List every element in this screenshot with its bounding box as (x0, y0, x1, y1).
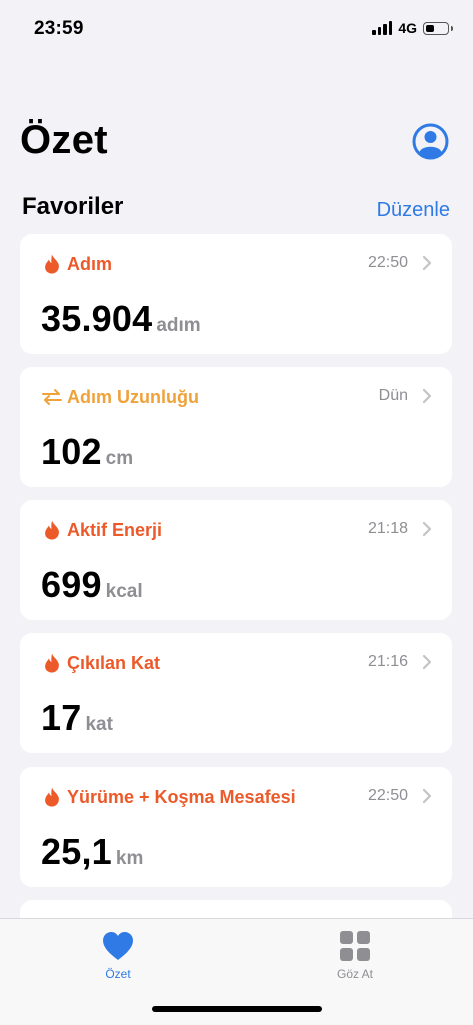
metric-value-line: 17 kat (41, 697, 113, 739)
tab-summary[interactable]: Özet (58, 929, 178, 981)
metric-unit: kcal (105, 581, 143, 602)
metric-label: Çıkılan Kat (67, 652, 161, 673)
battery-level (426, 24, 434, 32)
tab-label: Göz At (336, 967, 374, 981)
network-type: 4G (398, 20, 417, 36)
metric-value-line: 35.904 adım (41, 298, 201, 340)
grid-icon (340, 931, 370, 961)
metric-value: 699 (41, 564, 102, 605)
tab-label: Özet (105, 967, 131, 981)
card-time: 21:18 (367, 520, 408, 537)
home-indicator[interactable] (152, 1006, 322, 1012)
card-time: Dün (378, 387, 408, 404)
metric-unit: cm (105, 448, 134, 469)
status-bar: 23:59 4G (0, 0, 473, 56)
favorite-card-active-energy[interactable]: Aktif Enerji 21:18 699 kcal (20, 500, 452, 620)
metric-value: 25,1 (41, 831, 112, 872)
chevron-right-icon (422, 654, 432, 670)
chevron-right-icon (422, 521, 432, 537)
chevron-right-icon (422, 788, 432, 804)
metric-label: Adım Uzunluğu (67, 386, 199, 407)
metric-label: Aktif Enerji (67, 519, 163, 540)
card-time: 22:50 (367, 787, 408, 804)
metric-value: 102 (41, 431, 102, 472)
profile-icon[interactable] (412, 123, 449, 160)
metric-value: 35.904 (41, 298, 153, 339)
metric-label: Yürüme + Koşma Mesafesi (67, 786, 296, 807)
edit-button[interactable]: Düzenle (377, 199, 450, 222)
flame-icon (42, 254, 62, 274)
card-time: 22:50 (367, 254, 408, 271)
metric-unit: kat (85, 714, 113, 735)
flame-icon (42, 787, 62, 807)
metric-value-line: 25,1 km (41, 831, 143, 873)
metric-label: Adım (67, 253, 112, 274)
signal-icon (372, 21, 393, 35)
flame-icon (42, 520, 62, 540)
status-indicators: 4G (372, 20, 453, 36)
metric-value-line: 102 cm (41, 431, 133, 473)
tab-browse[interactable]: Göz At (295, 929, 415, 981)
favorite-card-flights-climbed[interactable]: Çıkılan Kat 21:16 17 kat (20, 633, 452, 753)
flame-icon (42, 653, 62, 673)
metric-value-line: 699 kcal (41, 564, 143, 606)
chevron-right-icon (422, 255, 432, 271)
card-header: Adım Uzunluğu (42, 385, 434, 409)
chevron-right-icon (422, 388, 432, 404)
favorite-card-steps[interactable]: Adım 22:50 35.904 adım (20, 234, 452, 354)
metric-value: 17 (41, 697, 82, 738)
favorites-title: Favoriler (22, 193, 124, 220)
favorite-card-step-length[interactable]: Adım Uzunluğu Dün 102 cm (20, 367, 452, 487)
metric-unit: km (115, 848, 144, 869)
metric-unit: adım (156, 315, 201, 336)
heart-icon (103, 932, 133, 960)
card-time: 21:16 (367, 653, 408, 670)
page-title: Özet (20, 118, 108, 162)
battery-icon (423, 21, 453, 35)
favorite-card-walking-running-distance[interactable]: Yürüme + Koşma Mesafesi 22:50 25,1 km (20, 767, 452, 887)
step-length-icon (42, 387, 62, 407)
status-time: 23:59 (34, 18, 84, 39)
